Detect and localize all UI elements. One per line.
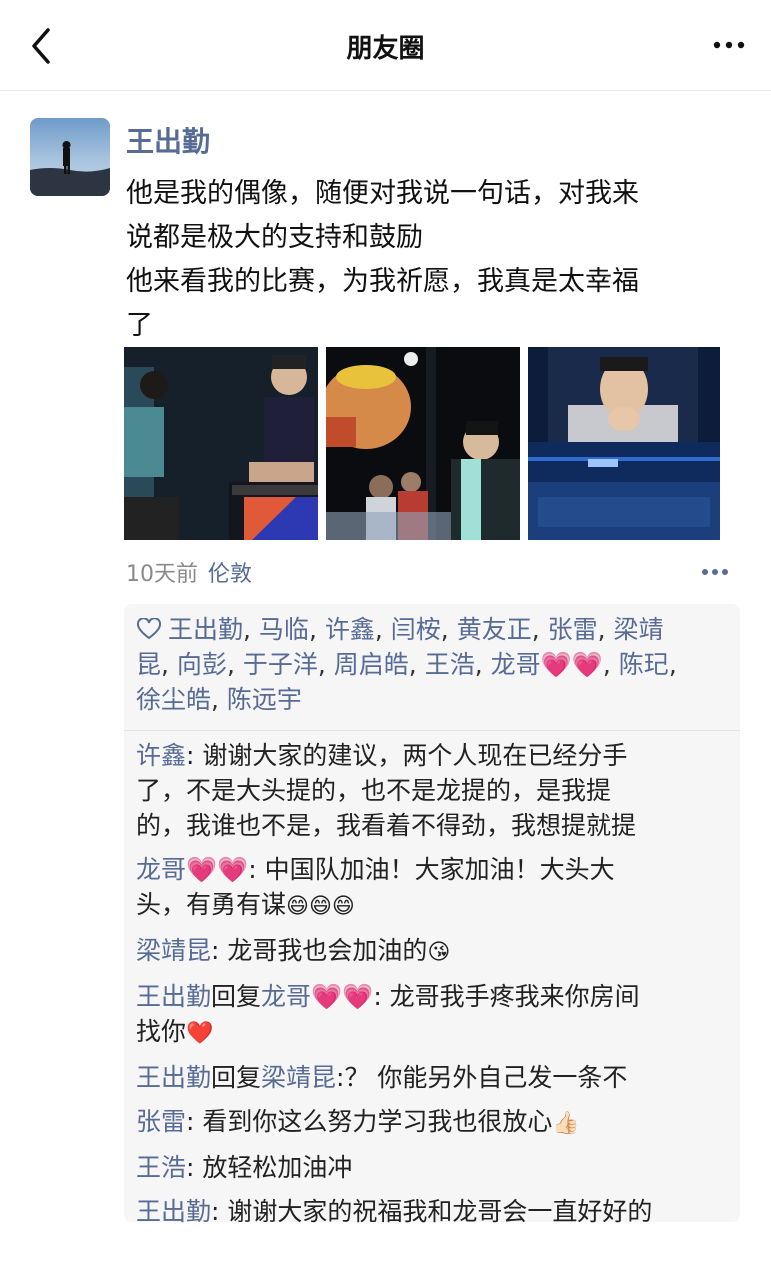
kiss-emoji: 😘	[427, 940, 451, 965]
page-title: 朋友圈	[346, 34, 425, 64]
comment[interactable]: 王出勤回复梁靖昆:？ 你能另外自己发一条不	[136, 1060, 734, 1095]
post-photo-3[interactable]	[528, 347, 720, 540]
comments-list: 许鑫: 谢谢大家的建议，两个人现在已经分手 了，不是大头提的，也不是龙提的，是我…	[136, 738, 734, 1238]
grin-emoji: 😄😄😄	[286, 894, 355, 919]
heart-emoji: 💗💗	[540, 650, 603, 679]
comment[interactable]: 梁靖昆: 龙哥我也会加油的😘	[136, 933, 734, 970]
commenter-name[interactable]: 梁靖昆	[136, 936, 211, 965]
reply-word: 回复	[211, 982, 262, 1011]
like-name[interactable]: 向彭	[177, 650, 227, 679]
comment-text: : 龙哥我也会加油的	[211, 936, 428, 965]
more-options-icon[interactable]	[709, 28, 749, 62]
comment-text: : 看到你这么努力学习我也很放心	[186, 1107, 553, 1136]
like-name[interactable]: 黄友正	[457, 615, 532, 644]
like-name[interactable]: 周启皓	[334, 650, 409, 679]
likes-divider	[124, 730, 740, 731]
heart-emoji: 💗💗	[311, 982, 374, 1011]
like-name[interactable]: 王浩	[425, 650, 475, 679]
like-name[interactable]: 龙哥	[491, 650, 541, 679]
post-time: 10天前	[126, 562, 198, 587]
comment[interactable]: 龙哥💗💗: 中国队加油！大家加油！大头大 头，有勇有谋😄😄😄	[136, 852, 734, 924]
comment[interactable]: 王出勤: 谢谢大家的祝福我和龙哥会一直好好的	[136, 1194, 734, 1229]
like-name[interactable]: 陈远宇	[227, 685, 302, 714]
like-name[interactable]: 闫桉	[391, 615, 441, 644]
post-menu-icon[interactable]	[700, 566, 730, 578]
reply-word: 回复	[211, 1063, 262, 1092]
like-name[interactable]: 于子洋	[243, 650, 318, 679]
reply-target-name[interactable]: 梁靖昆	[261, 1063, 336, 1092]
like-name[interactable]: 许鑫	[325, 615, 375, 644]
post-photo-1[interactable]	[124, 347, 318, 540]
post-photo-2[interactable]	[326, 347, 520, 540]
top-bar: 朋友圈	[0, 0, 771, 91]
post-text: 他是我的偶像，随便对我说一句话，对我来 说都是极大的支持和鼓励 他来看我的比赛，…	[126, 178, 639, 341]
comment-text: : 放轻松加油冲	[186, 1153, 353, 1182]
comment[interactable]: 张雷: 看到你这么努力学习我也很放心👍🏻	[136, 1104, 734, 1141]
commenter-name[interactable]: 王出勤	[136, 1197, 211, 1226]
commenter-name[interactable]: 龙哥	[136, 855, 186, 884]
comment[interactable]: 王浩: 放轻松加油冲	[136, 1150, 734, 1185]
heart-emoji: 💗💗	[186, 855, 249, 884]
comment-text: :？ 你能另外自己发一条不	[336, 1063, 628, 1092]
like-name[interactable]: 陈玘	[619, 650, 669, 679]
likes-comments-panel: 王出勤, 马临, 许鑫, 闫桉, 黄友正, 张雷, 梁靖 昆, 向彭, 于子洋,…	[124, 604, 740, 1226]
commenter-name[interactable]: 王出勤	[136, 1063, 211, 1092]
like-name[interactable]: 马临	[259, 615, 309, 644]
author-avatar[interactable]	[30, 118, 110, 196]
commenter-name[interactable]: 王浩	[136, 1153, 186, 1182]
commenter-name[interactable]: 张雷	[136, 1107, 186, 1136]
thumbs-up-emoji: 👍🏻	[552, 1111, 580, 1136]
comment-text: : 谢谢大家的建议，两个人现在已经分手 了，不是大头提的，也不是龙提的，是我提 …	[136, 741, 637, 840]
reply-target-name[interactable]: 龙哥	[261, 982, 311, 1011]
commenter-name[interactable]: 王出勤	[136, 982, 211, 1011]
like-name[interactable]: 王出勤	[168, 615, 243, 644]
post-meta: 10天前 伦敦	[126, 556, 252, 588]
comment[interactable]: 王出勤回复龙哥💗💗: 龙哥我手疼我来你房间 找你❤️	[136, 979, 734, 1051]
red-heart-emoji: ❤️	[186, 1021, 214, 1046]
post-location[interactable]: 伦敦	[208, 562, 252, 587]
comment-text: : 谢谢大家的祝福我和龙哥会一直好好的	[211, 1197, 653, 1226]
like-name[interactable]: 徐尘皓	[136, 685, 211, 714]
commenter-name[interactable]: 许鑫	[136, 741, 186, 770]
like-name[interactable]: 张雷	[548, 615, 598, 644]
likes-list: 王出勤, 马临, 许鑫, 闫桉, 黄友正, 张雷, 梁靖 昆, 向彭, 于子洋,…	[136, 615, 677, 714]
post-author-name[interactable]: 王出勤	[126, 120, 210, 160]
comment[interactable]: 许鑫: 谢谢大家的建议，两个人现在已经分手 了，不是大头提的，也不是龙提的，是我…	[136, 738, 734, 843]
heart-outline-icon	[136, 617, 162, 640]
